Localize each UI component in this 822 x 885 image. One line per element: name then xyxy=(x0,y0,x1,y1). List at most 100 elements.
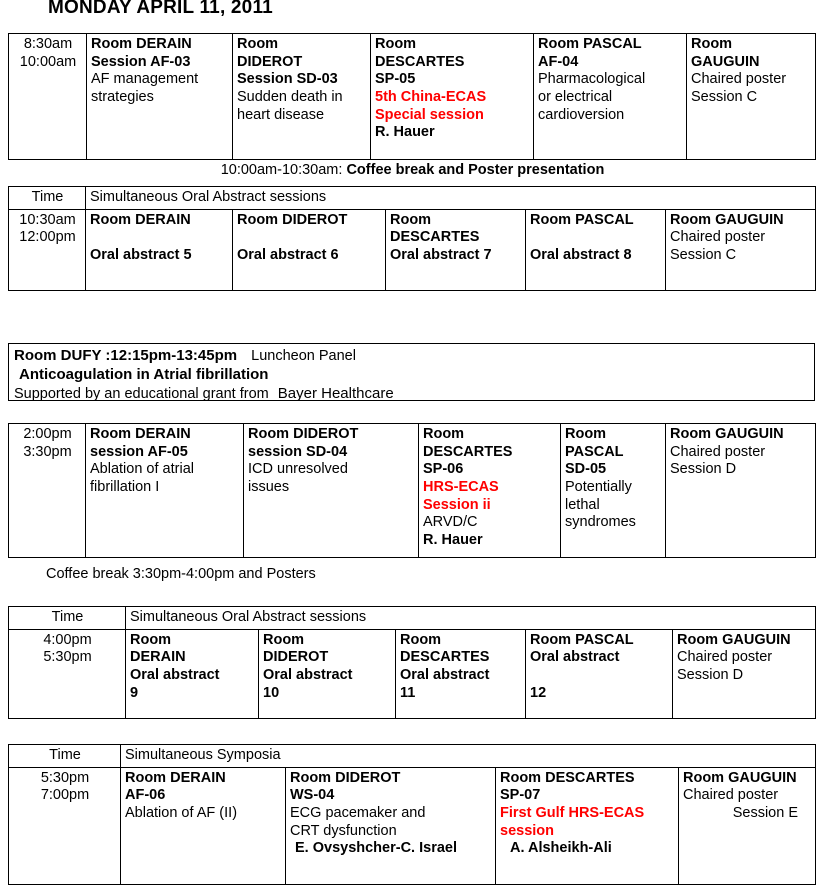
highlight-session-line: Session ii xyxy=(423,496,491,513)
room-label: Room GAUGUIN xyxy=(677,631,791,648)
luncheon-sponsor: Bayer Healthcare xyxy=(277,385,394,403)
session-desc-line: CRT dysfunction xyxy=(290,822,397,839)
session-desc-line: fibrillation I xyxy=(90,479,160,496)
luncheon-support-line: Supported by an educational grant from B… xyxy=(14,384,810,403)
room-label: Room xyxy=(130,631,172,648)
oral-abstract-label: Oral abstract 8 xyxy=(530,247,632,264)
oral-abstract-number: 10 xyxy=(263,684,280,701)
time-start: 10:30am xyxy=(19,211,76,228)
table-row: Time Simultaneous Symposia xyxy=(8,744,816,768)
session-table-1030am: Time Simultaneous Oral Abstract sessions… xyxy=(8,186,816,291)
speaker-name: R. Hauer xyxy=(423,532,483,549)
speaker-name: R. Hauer xyxy=(375,124,435,141)
session-desc-line: strategies xyxy=(91,89,154,106)
session-cell-diderot: Room DIDEROT Oral abstract 10 xyxy=(258,628,396,719)
table-row: 8:30am 10:00am Room DERAIN Session AF-03… xyxy=(8,33,816,160)
room-label: PASCAL xyxy=(565,443,624,460)
room-label: Room PASCAL xyxy=(530,211,634,228)
session-code: AF-04 xyxy=(538,53,579,70)
luncheon-line-room-time: Room DUFY :12:15pm-13:45pm Luncheon Pane… xyxy=(14,346,810,365)
session-cell-pascal: Room PASCAL SD-05 Potentially lethal syn… xyxy=(560,423,666,558)
session-cell-derain: Room DERAIN Oral abstract 9 xyxy=(125,628,259,719)
session-code: SP-06 xyxy=(423,461,464,478)
room-label: Room DIDEROT xyxy=(248,426,359,442)
table-row: 10:30am 12:00pm Room DERAIN Oral abstrac… xyxy=(8,208,816,291)
session-cell-pascal: Room PASCAL Oral abstract 12 xyxy=(525,628,673,719)
oral-abstract-label: Oral abstract 5 xyxy=(90,247,192,264)
session-group-header: Simultaneous Oral Abstract sessions xyxy=(125,606,816,630)
room-label: Room GAUGUIN xyxy=(670,426,784,442)
table-row: 10:00am-10:30am: Coffee break and Poster… xyxy=(8,159,816,186)
session-desc-line: Chaired poster xyxy=(691,71,787,88)
session-desc-line: Chaired poster xyxy=(677,649,773,666)
table-row: Time Simultaneous Oral Abstract sessions xyxy=(8,606,816,630)
room-label: DERAIN xyxy=(130,649,186,666)
session-desc-line: issues xyxy=(248,479,290,496)
session-desc-line: Pharmacological xyxy=(538,71,646,88)
session-desc-line: Ablation of atrial xyxy=(90,461,194,478)
time-cell-830am: 8:30am 10:00am xyxy=(8,33,87,160)
highlight-session-line: HRS-ECAS xyxy=(423,479,499,496)
session-cell-descartes: Room DESCARTES Oral abstract 11 xyxy=(395,628,526,719)
time-end: 7:00pm xyxy=(40,787,90,804)
session-cell-gauguin: Room GAUGUIN Chaired poster Session C xyxy=(686,33,816,160)
session-cell-diderot: Room DIDEROT session SD-04 ICD unresolve… xyxy=(243,423,419,558)
room-label: Room GAUGUIN xyxy=(683,769,797,786)
highlight-session-line: session xyxy=(500,822,554,839)
time-end: 10:00am xyxy=(19,53,77,70)
room-label: Room xyxy=(390,211,432,228)
session-cell-diderot: Room DIDEROT Oral abstract 6 xyxy=(232,208,386,291)
speaker-name: A. Alsheikh-Ali xyxy=(510,840,612,857)
room-label: Room DIDEROT xyxy=(237,211,348,228)
session-code: SP-05 xyxy=(375,71,416,88)
session-code: Session AF-03 xyxy=(91,53,191,70)
time-cell-530pm: 5:30pm 7:00pm xyxy=(8,766,121,885)
session-cell-descartes: Room DESCARTES SP-05 5th China-ECAS Spec… xyxy=(370,33,534,160)
speaker-name: E. Ovsyshcher-C. Israel xyxy=(295,840,457,857)
luncheon-topic: Anticoagulation in Atrial fibrillation xyxy=(19,366,269,384)
time-cell-1030am: 10:30am 12:00pm xyxy=(8,208,86,291)
session-code: Session SD-03 xyxy=(237,71,338,88)
oral-abstract-number: 11 xyxy=(400,684,416,701)
session-code: SP-07 xyxy=(500,787,541,804)
session-cell-derain: Room DERAIN Session AF-03 AF management … xyxy=(86,33,233,160)
break-time-range: 10:00am-10:30am: xyxy=(220,162,343,178)
session-desc-line: Ablation of AF (II) xyxy=(125,805,238,822)
room-label: Room xyxy=(565,426,607,442)
room-label: Room xyxy=(691,36,733,52)
session-cell-descartes: Room DESCARTES SP-06 HRS-ECAS Session ii… xyxy=(418,423,561,558)
room-label: Room PASCAL xyxy=(538,36,642,52)
room-label: Room xyxy=(237,36,279,52)
session-desc-line: Session E xyxy=(732,805,798,822)
luncheon-support-prefix: Supported by an educational grant from xyxy=(14,386,269,403)
session-desc-line: or electrical xyxy=(538,89,613,106)
table-row: 2:00pm 3:30pm Room DERAIN session AF-05 … xyxy=(8,423,816,558)
room-label: Room xyxy=(423,426,465,442)
room-label: Room DERAIN xyxy=(91,36,192,52)
session-desc-line: Session D xyxy=(677,667,744,684)
session-table-400pm: Time Simultaneous Oral Abstract sessions… xyxy=(8,606,816,719)
page-title: MONDAY APRIL 11, 2011 xyxy=(48,0,273,18)
oral-abstract-label: Oral abstract 7 xyxy=(390,247,492,264)
session-desc-line: cardioversion xyxy=(538,106,625,123)
session-code: WS-04 xyxy=(290,787,335,804)
time-cell-200pm: 2:00pm 3:30pm xyxy=(8,423,86,558)
oral-abstract-label: Oral abstract xyxy=(263,667,353,684)
session-cell-gauguin: Room GAUGUIN Chaired poster Session D xyxy=(672,628,816,719)
session-cell-diderot: Room DIDEROT WS-04 ECG pacemaker and CRT… xyxy=(285,766,496,885)
session-desc-line: Session D xyxy=(670,461,737,478)
room-label: Room PASCAL xyxy=(530,631,634,648)
schedule-page: MONDAY APRIL 11, 2011 8:30am 10:00am Roo… xyxy=(0,0,822,885)
table-row: 5:30pm 7:00pm Room DERAIN AF-06 Ablation… xyxy=(8,766,816,885)
session-table-200pm: 2:00pm 3:30pm Room DERAIN session AF-05 … xyxy=(8,423,816,558)
time-column-header: Time xyxy=(8,744,121,768)
room-label: Room xyxy=(375,36,417,52)
highlight-session-line: 5th China-ECAS xyxy=(375,89,487,106)
oral-abstract-label: Oral abstract xyxy=(530,649,620,666)
luncheon-type: Luncheon Panel xyxy=(251,348,356,364)
session-desc-line: lethal xyxy=(565,496,600,513)
coffee-break-caption-330pm: Coffee break 3:30pm-4:00pm and Posters xyxy=(46,566,316,582)
room-label: Room GAUGUIN xyxy=(670,211,784,228)
luncheon-room-time: Room DUFY :12:15pm-13:45pm xyxy=(14,347,238,364)
break-label: Coffee break and Poster presentation xyxy=(346,162,605,178)
